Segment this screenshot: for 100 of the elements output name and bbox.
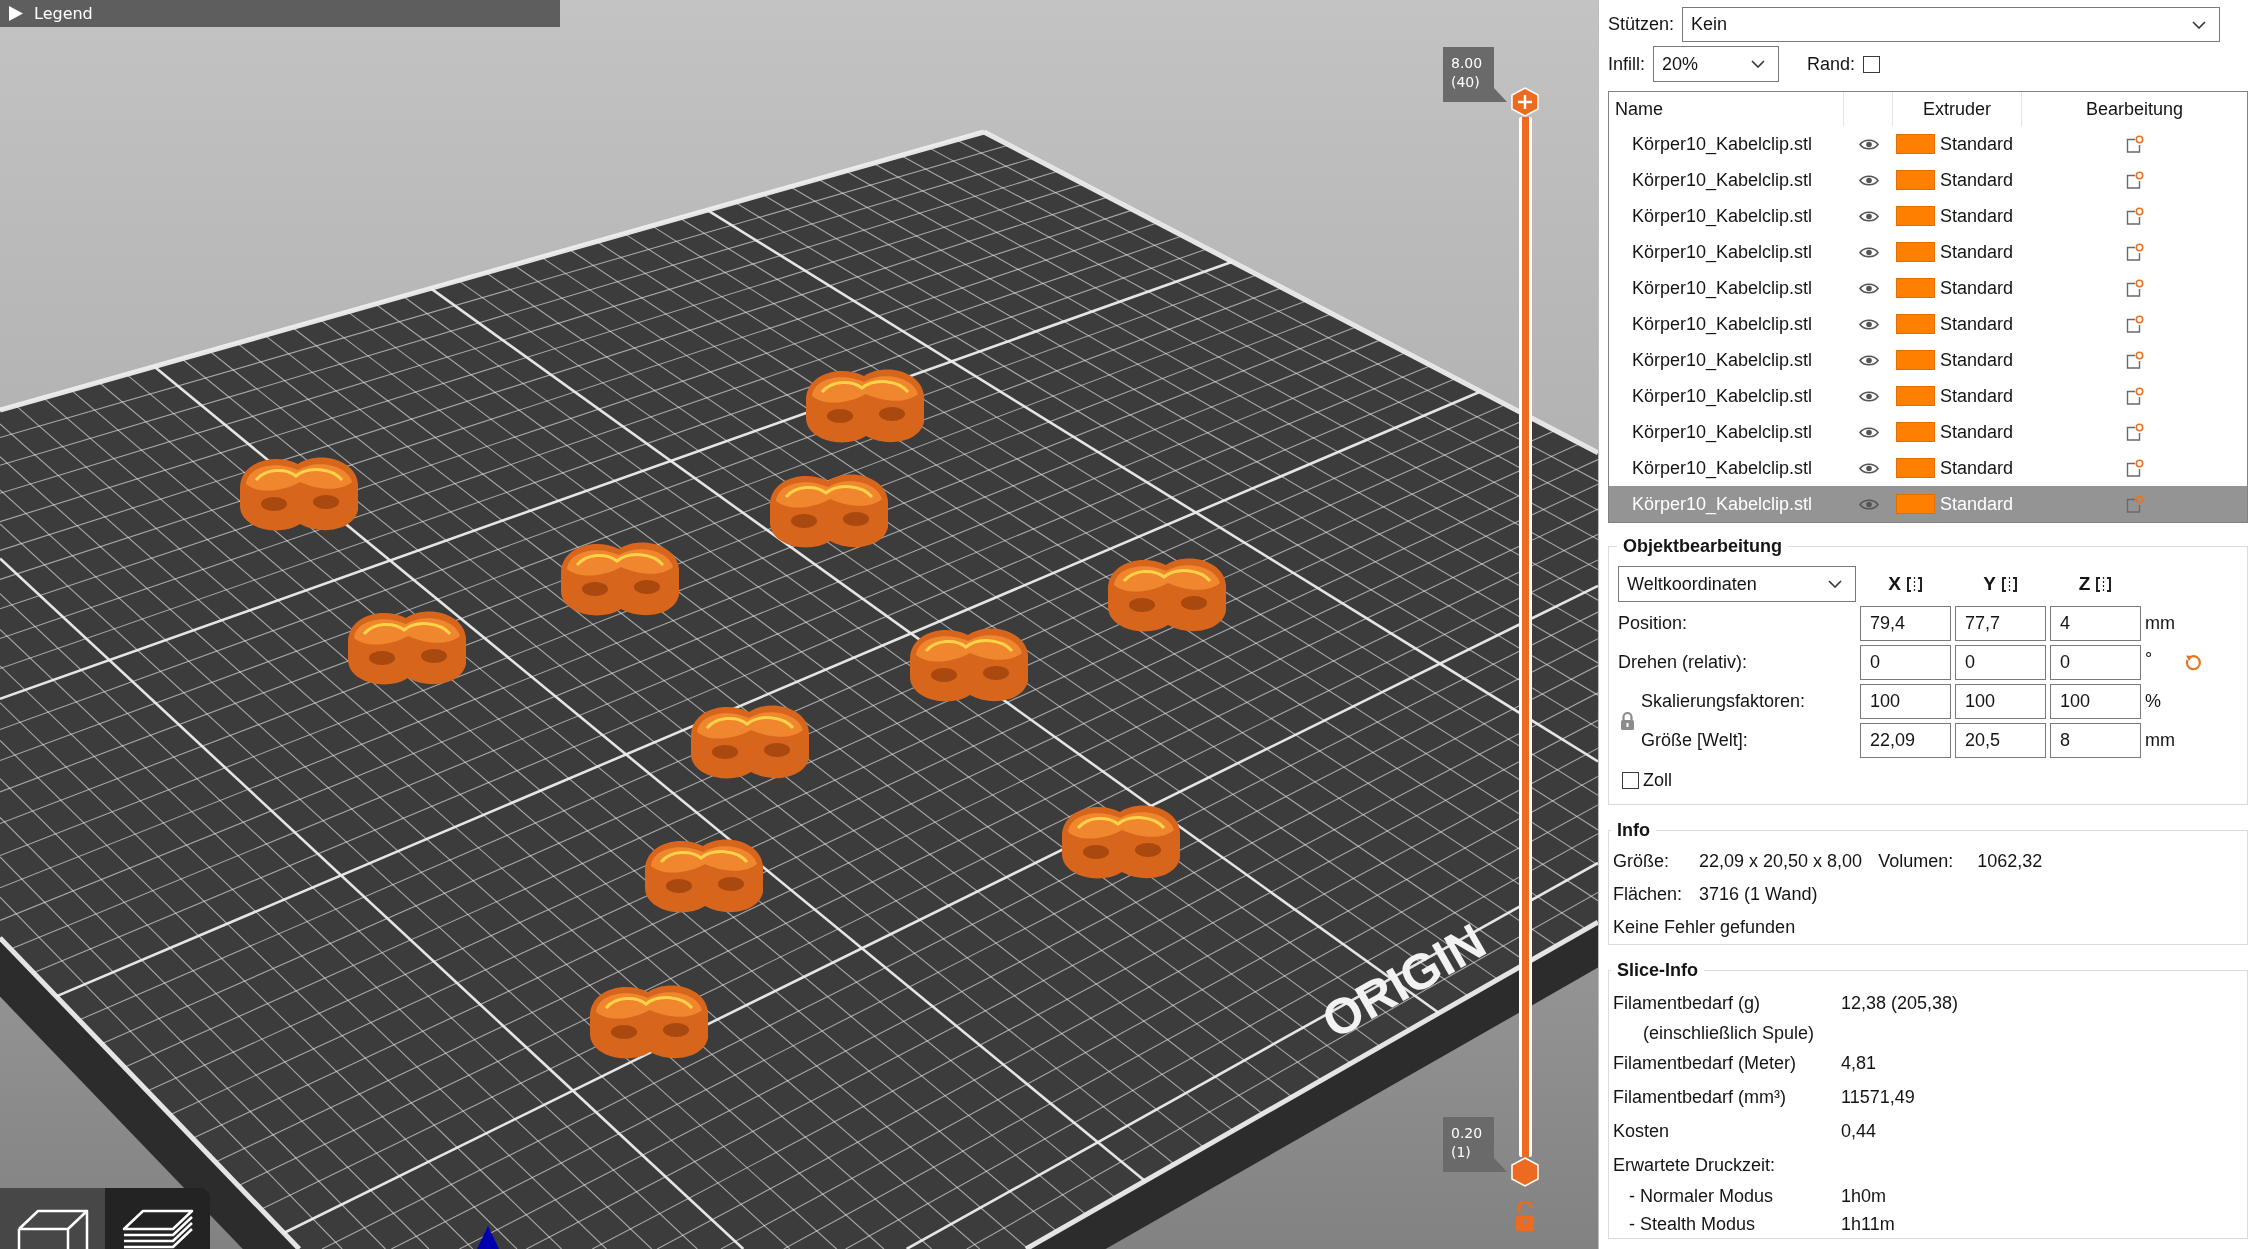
layer-number: (1) — [1451, 1143, 1471, 1162]
square-circle-icon[interactable] — [2125, 170, 2144, 190]
infill-label: Infill: — [1608, 53, 1645, 75]
object-row[interactable]: Körper10_Kabelclip.stl Standard — [1609, 342, 2247, 378]
number-field[interactable]: 79,4 — [1860, 606, 1951, 641]
extruder-name: Standard — [1940, 205, 2014, 227]
object-name: Körper10_Kabelclip.stl — [1631, 421, 1814, 443]
bracket-icon[interactable] — [2095, 575, 2113, 593]
slider-handle[interactable] — [1511, 1157, 1539, 1187]
layer-height: 0.20 — [1451, 1124, 1483, 1143]
object-name: Körper10_Kabelclip.stl — [1631, 277, 1814, 299]
column-header: Bearbeitung — [2085, 98, 2184, 120]
eye-icon[interactable] — [1858, 209, 1879, 223]
eye-icon[interactable] — [1858, 245, 1879, 259]
object-row[interactable]: Körper10_Kabelclip.stl Standard — [1609, 378, 2247, 414]
extruder-name: Standard — [1940, 277, 2014, 299]
object-row[interactable]: Körper10_Kabelclip.stl Standard — [1609, 162, 2247, 198]
unit-label: % — [2145, 691, 2162, 712]
color-swatch-icon — [1896, 314, 1935, 334]
section-title: Info — [1616, 819, 1651, 842]
eye-icon[interactable] — [1858, 281, 1879, 295]
extruder-name: Standard — [1940, 241, 2014, 263]
object-row[interactable]: Körper10_Kabelclip.stl Standard — [1609, 306, 2247, 342]
padlock-icon[interactable] — [1620, 711, 1635, 731]
number-field[interactable]: 20,5 — [1955, 723, 2046, 758]
axis-arrow — [477, 1226, 499, 1249]
object-row[interactable]: Körper10_Kabelclip.stl Standard — [1609, 126, 2247, 162]
inches-label: Zoll — [1643, 769, 1672, 791]
circular-arrow-icon[interactable] — [2183, 652, 2203, 673]
info-value: 3716 (1 Wand) — [1699, 884, 1818, 905]
view-mode-button[interactable] — [105, 1188, 210, 1249]
brim-label: Rand: — [1807, 53, 1856, 75]
object-row[interactable]: Körper10_Kabelclip.stl Standard — [1609, 450, 2247, 486]
eye-icon[interactable] — [1858, 137, 1879, 151]
legend-header[interactable]: Legend — [0, 0, 560, 27]
square-circle-icon[interactable] — [2125, 458, 2144, 478]
square-circle-icon[interactable] — [2125, 278, 2144, 298]
object-row[interactable]: Körper10_Kabelclip.stl Standard — [1609, 414, 2247, 450]
number-field[interactable]: 8 — [2050, 723, 2141, 758]
object-name: Körper10_Kabelclip.stl — [1631, 241, 1814, 263]
axis-label: Z — [2078, 573, 2091, 595]
square-circle-icon[interactable] — [2125, 350, 2144, 370]
object-row[interactable]: Körper10_Kabelclip.stl Standard — [1609, 198, 2247, 234]
eye-icon[interactable] — [1858, 173, 1879, 187]
number-field[interactable]: 100 — [1955, 684, 2046, 719]
layer-height: 8.00 — [1451, 54, 1483, 73]
extruder-name: Standard — [1940, 349, 2014, 371]
coordinate-dropdown[interactable]: Weltkoordinaten — [1618, 566, 1856, 602]
square-circle-icon[interactable] — [2125, 134, 2144, 154]
stat-value: 11571,49 — [1841, 1086, 1916, 1108]
number-field[interactable]: 0 — [2050, 645, 2141, 680]
view-mode-button[interactable] — [0, 1188, 105, 1249]
infill-dropdown[interactable]: 20% — [1653, 46, 1779, 82]
number-field[interactable]: 0 — [1955, 645, 2046, 680]
info-label: Volumen: — [1878, 851, 1955, 872]
brim-checkbox[interactable] — [1863, 55, 1881, 73]
extruder-name: Standard — [1940, 313, 2014, 335]
color-swatch-icon — [1896, 206, 1935, 226]
eye-icon[interactable] — [1858, 461, 1879, 475]
bracket-icon[interactable] — [2000, 575, 2018, 593]
bracket-icon[interactable] — [1905, 575, 1923, 593]
number-field[interactable]: 100 — [2050, 684, 2141, 719]
object-name: Körper10_Kabelclip.stl — [1631, 385, 1814, 407]
eye-icon[interactable] — [1858, 425, 1879, 439]
square-circle-icon[interactable] — [2125, 314, 2144, 334]
cube-icon — [15, 1208, 90, 1249]
chevron-down-icon — [2192, 20, 2207, 29]
extruder-name: Standard — [1940, 457, 2014, 479]
square-circle-icon[interactable] — [2125, 386, 2144, 406]
color-swatch-icon — [1896, 494, 1935, 514]
eye-icon[interactable] — [1858, 353, 1879, 367]
color-swatch-icon — [1896, 422, 1935, 442]
number-field[interactable]: 0 — [1860, 645, 1951, 680]
supports-dropdown[interactable]: Kein — [1682, 7, 2221, 42]
object-row[interactable]: Körper10_Kabelclip.stl Standard — [1609, 270, 2247, 306]
number-field[interactable]: 100 — [1860, 684, 1951, 719]
stat-label: Filamentbedarf (g) — [1613, 992, 1762, 1014]
number-field[interactable]: 4 — [2050, 606, 2141, 641]
number-field[interactable]: 77,7 — [1955, 606, 2046, 641]
inches-checkbox[interactable] — [1622, 771, 1639, 789]
stat-value: 0,44 — [1841, 1120, 1878, 1142]
stat-label: Filamentbedarf (mm³) — [1613, 1086, 1788, 1108]
object-name: Körper10_Kabelclip.stl — [1631, 493, 1814, 515]
number-field[interactable]: 22,09 — [1860, 723, 1951, 758]
info-label: Flächen: — [1613, 884, 1684, 905]
object-row[interactable]: Körper10_Kabelclip.stl Standard — [1609, 234, 2247, 270]
object-name: Körper10_Kabelclip.stl — [1631, 313, 1814, 335]
section-title: Slice-Info — [1616, 959, 1699, 982]
eye-icon[interactable] — [1858, 317, 1879, 331]
square-circle-icon[interactable] — [2125, 206, 2144, 226]
chevron-down-icon — [1751, 60, 1765, 68]
square-circle-icon[interactable] — [2125, 242, 2144, 262]
square-circle-icon[interactable] — [2125, 422, 2144, 442]
color-swatch-icon — [1896, 170, 1935, 190]
slider-handle[interactable] — [1511, 87, 1539, 117]
unit-label: mm — [2145, 613, 2176, 634]
eye-icon[interactable] — [1858, 389, 1879, 403]
axis-label: X — [1888, 573, 1901, 595]
stat-value: 1h11m — [1841, 1213, 1896, 1235]
info-value: 1062,32 — [1977, 851, 2043, 872]
